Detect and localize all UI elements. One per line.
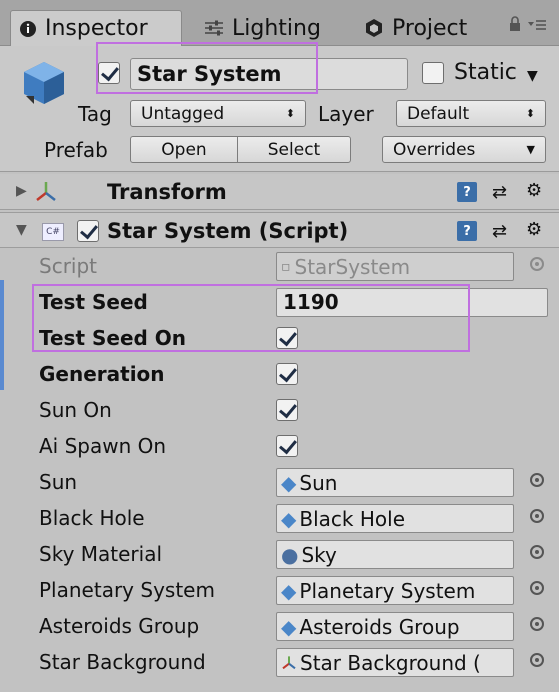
black-hole-value: Black Hole [299,506,405,531]
updown-icon: ⬍ [525,107,535,120]
tab-lighting[interactable]: Lighting [196,10,336,46]
ai-spawn-on-row: Ai Spawn On [0,428,559,464]
chevron-down-icon: ▼ [526,143,535,156]
asteroids-group-object-field[interactable]: ◆ Asteroids Group [276,612,514,641]
static-label: Static [454,60,517,85]
overrides-label: Overrides [393,139,476,160]
object-picker-icon[interactable] [530,545,544,559]
foldout-closed-icon[interactable]: ▶ [16,183,27,199]
sun-label: Sun [39,470,78,494]
transform-axes-icon [34,180,58,208]
sun-on-row: Sun On [0,392,559,428]
gear-icon[interactable]: ⚙ [526,219,542,240]
prefab-cube-icon: ◆ [281,614,297,639]
black-hole-object-field[interactable]: ◆ Black Hole [276,504,514,533]
static-dropdown-icon[interactable]: ▼ [527,68,538,84]
planetary-system-label: Planetary System [39,578,215,602]
script-label: Script [39,254,98,278]
black-hole-label: Black Hole [39,506,145,530]
object-picker-icon[interactable] [530,581,544,595]
star-background-row: Star Background Star Background ( [0,644,559,680]
tab-lighting-label: Lighting [232,15,321,41]
sky-material-object-field[interactable]: ● Sky [276,540,514,569]
prefab-cube-icon: ◆ [281,470,297,495]
planetary-system-row: Planetary System ◆ Planetary System [0,572,559,608]
star-background-label: Star Background [39,650,206,674]
material-sphere-icon: ● [281,542,299,567]
tag-dropdown[interactable]: Untagged ⬍ [130,100,306,127]
prefab-overrides-dropdown[interactable]: Overrides ▼ [382,136,546,163]
sky-material-value: Sky [301,542,337,567]
foldout-open-icon[interactable]: ▼ [16,222,27,238]
lock-icon[interactable] [509,16,521,36]
sun-on-checkbox[interactable] [276,399,298,421]
transform-title: Transform [107,180,227,204]
sky-material-row: Sky Material ● Sky [0,536,559,572]
tab-inspector-label: Inspector [45,16,148,41]
prefab-label: Prefab [44,138,108,162]
transform-axes-icon [281,655,297,671]
sky-material-label: Sky Material [39,542,163,566]
layer-dropdown[interactable]: Default ⬍ [396,100,546,127]
static-checkbox[interactable] [422,62,444,84]
black-hole-row: Black Hole ◆ Black Hole [0,500,559,536]
sun-value: Sun [299,470,338,495]
tab-menu [509,16,547,36]
script-component-header[interactable]: ▼ C# Star System (Script) ? ⇄ ⚙ [0,212,559,248]
prefab-cube-icon: ◆ [281,506,297,531]
object-picker-icon[interactable] [530,653,544,667]
prefab-open-button[interactable]: Open [130,136,238,163]
tag-label: Tag [78,102,112,126]
tab-project-label: Project [392,15,468,41]
script-file-icon: ▫ [281,258,291,275]
generation-label: Generation [39,362,165,386]
planetary-system-object-field[interactable]: ◆ Planetary System [276,576,514,605]
gear-icon[interactable]: ⚙ [526,180,542,201]
tag-value: Untagged [141,103,225,124]
script-reference-field: ▫ StarSystem [276,252,514,281]
ai-spawn-on-checkbox[interactable] [276,435,298,457]
tab-project[interactable]: Project [356,10,506,46]
updown-icon: ⬍ [285,107,295,120]
ai-spawn-on-label: Ai Spawn On [39,434,167,458]
prefab-cube-icon: ◆ [281,578,297,603]
info-icon [19,20,37,38]
object-picker-icon[interactable] [530,617,544,631]
tab-options-icon[interactable] [527,17,547,36]
annotation-highlight-seed [32,284,470,352]
asteroids-group-value: Asteroids Group [299,614,460,639]
transform-component-header[interactable]: ▶ Transform ? ⇄ ⚙ [0,174,559,210]
object-picker-icon[interactable] [530,509,544,523]
star-background-object-field[interactable]: Star Background ( [276,648,514,677]
script-reference-value: StarSystem [294,254,411,279]
sliders-icon [204,20,224,36]
script-enabled-checkbox[interactable] [77,220,99,242]
sun-on-label: Sun On [39,398,112,422]
generation-row: Generation [0,356,559,392]
asteroids-group-label: Asteroids Group [39,614,200,638]
annotation-highlight-name [96,42,318,94]
planetary-system-value: Planetary System [299,578,476,603]
object-picker-icon[interactable] [530,473,544,487]
help-book-icon[interactable]: ? [457,182,477,202]
help-book-icon[interactable]: ? [457,221,477,241]
unity-logo-icon [364,18,384,38]
generation-checkbox[interactable] [276,363,298,385]
prefab-select-button[interactable]: Select [237,136,351,163]
prefab-cube-icon [16,56,72,116]
tab-inspector[interactable]: Inspector [10,10,182,46]
script-title: Star System (Script) [107,219,349,243]
csharp-script-icon: C# [42,223,64,241]
tab-bar: Inspector Lighting Project [0,0,559,46]
layer-value: Default [407,103,470,124]
presets-icon[interactable]: ⇄ [492,221,507,242]
script-reference-row: Script ▫ StarSystem [0,248,559,284]
asteroids-group-row: Asteroids Group ◆ Asteroids Group [0,608,559,644]
sun-object-field[interactable]: ◆ Sun [276,468,514,497]
star-background-value: Star Background ( [300,650,481,675]
object-picker-icon [530,257,544,271]
layer-label: Layer [318,102,374,126]
sun-row: Sun ◆ Sun [0,464,559,500]
presets-icon[interactable]: ⇄ [492,182,507,203]
